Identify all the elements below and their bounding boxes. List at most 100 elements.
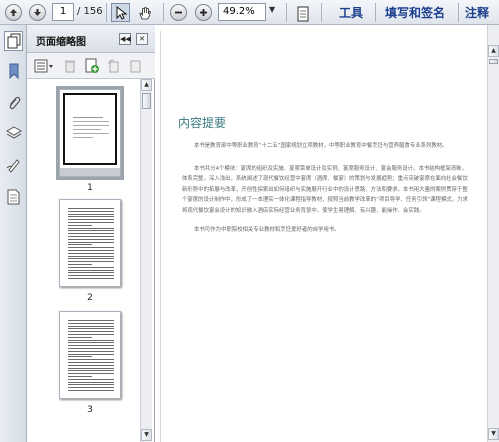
thumbnail-frame (63, 93, 117, 165)
thumbnail-line (68, 348, 114, 349)
paperclip-icon (9, 96, 20, 110)
next-page-button[interactable] (28, 3, 47, 22)
rotate-page-button[interactable] (105, 57, 123, 75)
thumbnail-line (68, 264, 92, 265)
thumbnail-line (68, 342, 114, 344)
bookmarks-nav-button[interactable] (4, 61, 23, 81)
thumbnail-line (68, 390, 114, 391)
thumbnail-page-2[interactable] (59, 199, 121, 287)
thumbnail-line (73, 133, 109, 134)
page-thumbnails-nav-button[interactable] (4, 31, 23, 51)
document-icon (7, 189, 20, 205)
arrow-down-icon (29, 4, 46, 21)
comment-menu-button[interactable]: 注释 (465, 4, 489, 21)
thumbnail-line (68, 250, 114, 251)
zoom-out-button[interactable] (169, 3, 188, 22)
thumbnail-line (68, 244, 92, 246)
thumbnail-line (68, 370, 114, 372)
thumbnail-line (68, 233, 114, 235)
thumbnail-line (73, 121, 109, 122)
scroll-up-arrow-icon[interactable]: ▲ (141, 79, 152, 91)
toolbar-divider (163, 3, 164, 22)
thumbnail-line (68, 238, 114, 240)
thumbnail-line (68, 336, 92, 338)
thumbnail-line (68, 353, 114, 355)
hand-tool-button[interactable] (135, 3, 154, 22)
zoom-in-button[interactable] (194, 3, 213, 22)
thumbnail-line (68, 325, 114, 327)
options-menu-button[interactable] (33, 57, 55, 75)
panel-toolbar (27, 53, 155, 79)
document-page: 内容提要 本书是教育部中等职业教育“十二五”国家规划立项教材，中等职业教育中餐烹… (160, 31, 485, 442)
thumbnail-line (68, 208, 114, 209)
page-total: / 156 (77, 6, 103, 17)
previous-page-button[interactable] (4, 3, 23, 22)
thumbnail-line (68, 252, 114, 254)
minus-icon (170, 4, 187, 21)
options-list-icon (34, 59, 53, 73)
thumbnail-line (68, 247, 114, 249)
insert-page-button[interactable] (83, 57, 101, 75)
thumbnail-line (68, 356, 92, 358)
fill-sign-menu-button[interactable]: 填写和签名 (385, 4, 445, 21)
collapse-panel-button[interactable]: ◀◀ (119, 33, 131, 45)
document-view[interactable]: 内容提要 本书是教育部中等职业教育“十二五”国家规划立项教材，中等职业教育中餐烹… (156, 25, 487, 442)
thumbnail-line (68, 210, 114, 212)
thumbnail-line (68, 216, 114, 218)
thumbnail-line (68, 320, 114, 321)
paragraph: 本书可作为中职院校相关专业教材和烹饪爱好者的自学用书。 (194, 227, 340, 233)
delete-pages-button[interactable] (61, 57, 79, 75)
thumbnail-line (68, 328, 114, 330)
scroll-down-arrow-icon[interactable]: ▼ (141, 429, 152, 441)
extract-icon (130, 60, 141, 73)
thumbnail-view-box (60, 168, 120, 176)
document-scrollbar[interactable]: ▲ ▼ (487, 25, 499, 442)
thumbnail-line (68, 384, 114, 386)
thumbnail-line (68, 345, 114, 347)
content-nav-button[interactable] (4, 187, 23, 207)
tools-menu-button[interactable]: 工具 (339, 4, 363, 21)
page-number-input[interactable]: 1 (52, 3, 74, 21)
zoom-dropdown-icon[interactable]: ▼ (269, 5, 275, 14)
layers-nav-button[interactable] (4, 123, 23, 143)
thumbnail-line (68, 241, 114, 243)
signature-pen-icon (6, 159, 20, 173)
select-tool-button[interactable] (111, 3, 130, 22)
thumbnail-line (68, 364, 114, 366)
scrollbar-thumb[interactable] (142, 93, 151, 109)
thumbnail-line (68, 359, 114, 361)
thumbnail-line (68, 373, 114, 375)
layers-icon (5, 126, 22, 139)
close-panel-button[interactable]: ✕ (136, 33, 148, 45)
bookmark-icon (9, 63, 18, 79)
toolbar-divider (375, 3, 376, 22)
signatures-nav-button[interactable] (4, 155, 23, 175)
thumbnail-line (68, 362, 114, 363)
thumbnail-line (68, 261, 114, 263)
thumbnail-line (68, 269, 114, 271)
toolbar-divider (106, 3, 107, 22)
thumbnail-line (68, 278, 114, 279)
thumbnail-line (68, 381, 114, 383)
thumbnail-line (68, 387, 114, 389)
thumbnail-line (68, 224, 92, 226)
page-view-button[interactable] (293, 4, 312, 23)
thumbnail-line (68, 331, 114, 333)
zoom-level-input[interactable]: 49.2% (218, 3, 266, 21)
page-thumbnails-panel: 页面缩略图 ◀◀ ✕ 1 2 3 ▲ ▼ (27, 25, 155, 442)
thumbnail-line (68, 255, 114, 257)
thumbnail-line (68, 236, 114, 237)
attachments-nav-button[interactable] (4, 93, 23, 113)
thumbnail-line (68, 334, 114, 335)
paragraph: 本书是教育部中等职业教育“十二五”国家规划立项教材，中等职业教育中餐烹饪与营养膳… (194, 143, 448, 149)
extract-page-button[interactable] (127, 57, 145, 75)
thumbnail-page-3[interactable] (59, 311, 121, 399)
hand-icon (139, 6, 151, 19)
scrollbar-thumb[interactable] (489, 59, 498, 64)
double-left-icon: ◀◀ (120, 35, 131, 43)
scroll-up-arrow-icon[interactable]: ▲ (488, 45, 499, 57)
thumbnail-page-1[interactable] (56, 86, 124, 180)
thumbnails-scrollbar[interactable]: ▲ ▼ (140, 79, 152, 442)
thumbnail-line (68, 230, 114, 232)
scroll-down-arrow-icon[interactable]: ▼ (488, 428, 499, 440)
